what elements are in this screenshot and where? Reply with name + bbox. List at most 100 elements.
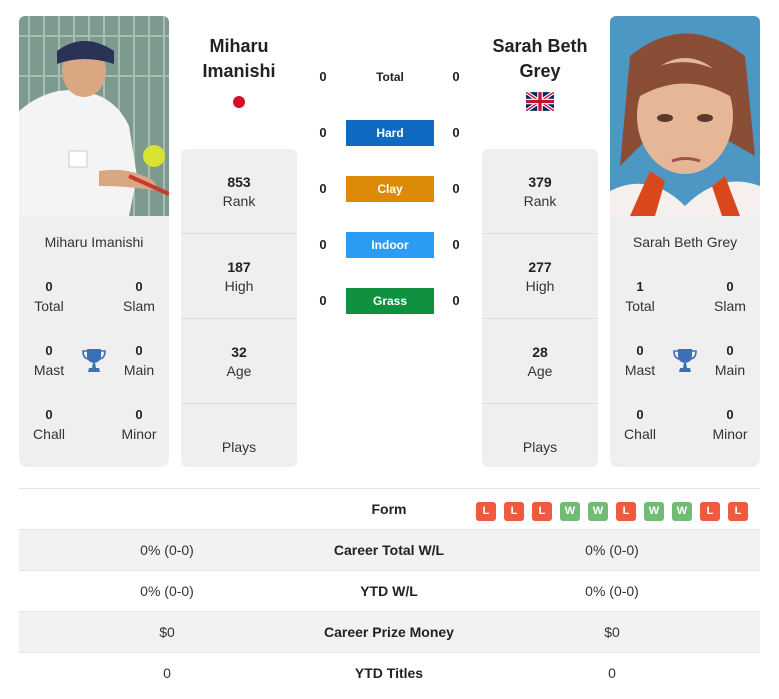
form-loss-badge: L — [504, 502, 524, 521]
titles-chall: 0 Chall — [19, 406, 79, 444]
titles-mast: 0 Mast — [610, 342, 670, 380]
player-first-name: Miharu — [209, 36, 269, 56]
stat-high-label: High — [224, 278, 254, 294]
titles-slam-value: 0 — [726, 279, 734, 294]
stat-high: 187 High — [181, 234, 297, 319]
titles-slam: 0 Slam — [109, 278, 169, 316]
row-label: YTD W/L — [360, 583, 418, 599]
form-win-badge: W — [560, 502, 580, 521]
titles-total-label: Total — [625, 298, 655, 314]
titles-minor-label: Minor — [121, 426, 157, 442]
h2h-left-value: 0 — [319, 181, 327, 196]
left-value: 0 — [163, 665, 171, 681]
player-photo-miharu-imanishi — [19, 16, 169, 216]
right-value: 0 — [608, 665, 616, 681]
player-photo-left[interactable] — [19, 16, 169, 216]
titles-slam-value: 0 — [135, 279, 143, 294]
titles-card-right: Sarah Beth Grey 1 Total 0 Slam 0 Mast 0 … — [610, 216, 760, 467]
titles-total-value: 0 — [45, 279, 53, 294]
left-value: $0 — [159, 624, 175, 640]
row-label: Career Prize Money — [324, 624, 454, 640]
titles-chall-value: 0 — [636, 407, 644, 422]
stat-age-label: Age — [527, 363, 553, 379]
form-win-badge: W — [644, 502, 664, 521]
titles-main-value: 0 — [135, 343, 143, 358]
surface-badge-indoor[interactable]: Indoor — [346, 232, 434, 258]
stat-age-value: 32 — [231, 344, 247, 360]
titles-minor-label: Minor — [712, 426, 748, 442]
stat-plays: Plays — [181, 404, 297, 489]
stat-rank-label: Rank — [222, 193, 256, 209]
titles-main-value: 0 — [726, 343, 734, 358]
form-loss-badge: L — [700, 502, 720, 521]
h2h-row-clay: 0 Clay 0 — [300, 176, 480, 204]
stat-rank-value: 853 — [227, 174, 251, 190]
row-label: Career Total W/L — [333, 542, 445, 558]
stat-age: 28 Age — [482, 319, 598, 404]
stat-plays: Plays — [482, 404, 598, 489]
trophy-icon — [673, 349, 697, 372]
h2h-right-value: 0 — [452, 125, 460, 140]
titles-slam-label: Slam — [714, 298, 746, 314]
h2h-row-hard: 0 Hard 0 — [300, 120, 480, 148]
titles-slam-label: Slam — [123, 298, 155, 314]
titles-chall-value: 0 — [45, 407, 53, 422]
titles-main: 0 Main — [700, 342, 760, 380]
form-loss-badge: L — [532, 502, 552, 521]
titles-main-label: Main — [123, 362, 155, 378]
h2h-left-value: 0 — [319, 293, 327, 308]
player-name-heading-left[interactable]: Miharu Imanishi — [181, 34, 297, 84]
surface-badge-clay[interactable]: Clay — [346, 176, 434, 202]
stat-rank-label: Rank — [523, 193, 557, 209]
stat-age-value: 28 — [532, 344, 548, 360]
uk-flag-icon — [526, 92, 554, 111]
titles-mast-label: Mast — [33, 362, 65, 378]
japan-flag-icon — [233, 96, 245, 108]
h2h-right-value: 0 — [452, 237, 460, 252]
player-photo-right[interactable] — [610, 16, 760, 216]
h2h-right-value: 0 — [452, 293, 460, 308]
h2h-row-grass: 0 Grass 0 — [300, 288, 480, 316]
stat-rank: 853 Rank — [181, 149, 297, 234]
titles-chall-label: Chall — [624, 426, 656, 442]
row-label: YTD Titles — [354, 665, 424, 681]
right-value: 0% (0-0) — [585, 542, 639, 558]
player-last-name: Grey — [519, 61, 561, 81]
h2h-right-value: 0 — [452, 181, 460, 196]
trophy-icon — [82, 349, 106, 372]
stat-age-label: Age — [226, 363, 252, 379]
right-player-form: LLLWWLWWLL — [476, 502, 748, 521]
titles-mast: 0 Mast — [19, 342, 79, 380]
player-name-label[interactable]: Sarah Beth Grey — [610, 234, 760, 250]
surface-badge-grass[interactable]: Grass — [346, 288, 434, 314]
left-value: 0% (0-0) — [140, 583, 194, 599]
titles-total: 1 Total — [610, 278, 670, 316]
titles-chall: 0 Chall — [610, 406, 670, 444]
titles-main: 0 Main — [109, 342, 169, 380]
titles-mast-label: Mast — [624, 362, 656, 378]
form-loss-badge: L — [728, 502, 748, 521]
h2h-right-value: 0 — [452, 69, 460, 84]
stat-age: 32 Age — [181, 319, 297, 404]
player-name-heading-right[interactable]: Sarah Beth Grey — [482, 34, 598, 84]
h2h-left-value: 0 — [319, 69, 327, 84]
h2h-row-total: 0 Total 0 — [300, 64, 480, 92]
form-loss-badge: L — [476, 502, 496, 521]
stat-high-label: High — [525, 278, 555, 294]
form-win-badge: W — [672, 502, 692, 521]
table-row-prize-money: $0 Career Prize Money $0 — [19, 612, 760, 653]
player-first-name: Sarah Beth — [492, 36, 588, 56]
h2h-row-indoor: 0 Indoor 0 — [300, 232, 480, 260]
titles-mast-value: 0 — [636, 343, 644, 358]
surface-badge-hard[interactable]: Hard — [346, 120, 434, 146]
table-row-career-wl: 0% (0-0) Career Total W/L 0% (0-0) — [19, 530, 760, 571]
stat-rank: 379 Rank — [482, 149, 598, 234]
form-label: Form — [371, 501, 407, 517]
stat-high-value: 277 — [528, 259, 552, 275]
titles-total: 0 Total — [19, 278, 79, 316]
table-row-ytd-wl: 0% (0-0) YTD W/L 0% (0-0) — [19, 571, 760, 612]
player-last-name: Imanishi — [202, 61, 276, 81]
stat-rank-value: 379 — [528, 174, 552, 190]
comparison-table: Form LLLWWLWWLL 0% (0-0) Career Total W/… — [19, 488, 760, 694]
player-name-label[interactable]: Miharu Imanishi — [19, 234, 169, 250]
